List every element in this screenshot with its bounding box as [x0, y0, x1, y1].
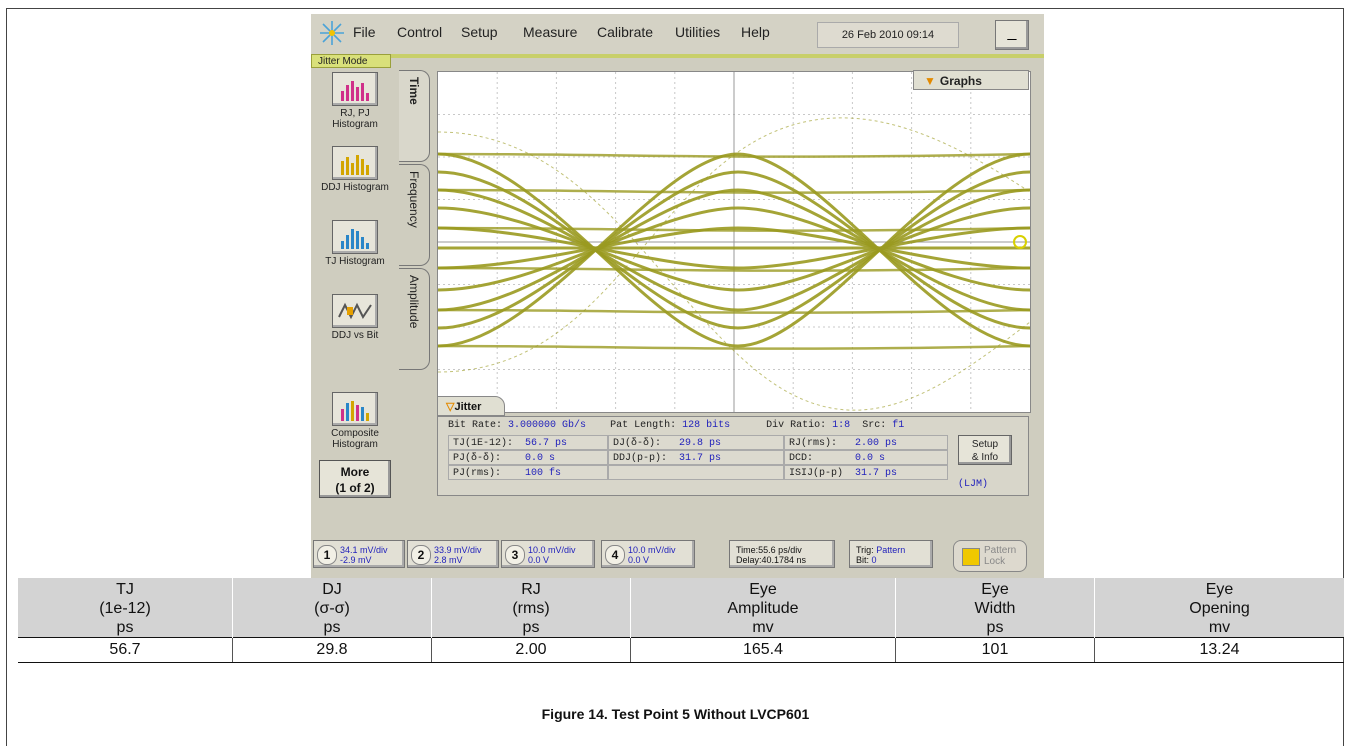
waveform-icon	[332, 294, 378, 328]
pj-rms-cell: PJ(rms): 100 fs	[448, 465, 608, 480]
pattern-lock-button[interactable]: Pattern Lock	[953, 540, 1027, 572]
rj-pj-histogram-button[interactable]: RJ, PJ Histogram	[317, 72, 393, 130]
ddj-histogram-button[interactable]: DDJ Histogram	[317, 146, 393, 193]
menu-file[interactable]: File	[353, 24, 376, 40]
menu-setup[interactable]: Setup	[461, 24, 498, 40]
header-eye-opening: Eye Opening mv	[1094, 578, 1344, 638]
tab-frequency[interactable]: Frequency	[399, 164, 430, 266]
header-eye-width: Eye Width ps	[895, 578, 1095, 638]
channel-1-button[interactable]: 1 34.1 mV/div -2.9 mV	[313, 540, 405, 568]
tab-time[interactable]: Time	[399, 70, 430, 162]
jitter-mode-label: Jitter Mode	[311, 54, 391, 68]
jitter-summary-row: Bit Rate: 3.000000 Gb/s Pat Length: 128 …	[448, 420, 905, 431]
empty-cell	[608, 465, 784, 480]
header-rj: RJ (rms) ps	[431, 578, 631, 638]
trigger-button[interactable]: Trig: Pattern Bit: 0	[849, 540, 933, 568]
value-dj: 29.8	[232, 637, 432, 663]
side-panel: RJ, PJ Histogram DDJ Histogram TJ Histog…	[311, 70, 399, 500]
channel-3-button[interactable]: 3 10.0 mV/div 0.0 V	[501, 540, 595, 568]
value-eye-opening: 13.24	[1094, 637, 1344, 663]
view-tabs: Time Frequency Amplitude	[399, 70, 431, 370]
tj-cell: TJ(1E-12): 56.7 ps	[448, 435, 608, 450]
isij-cell: ISIJ(p-p) 31.7 ps	[784, 465, 948, 480]
minimize-button[interactable]: _	[995, 20, 1029, 50]
composite-histogram-button[interactable]: Composite Histogram	[317, 392, 393, 450]
graphs-button[interactable]: ▼ Graphs	[913, 70, 1029, 90]
channel-bar: 1 34.1 mV/div -2.9 mV 2 33.9 mV/div 2.8 mV…	[311, 538, 1044, 578]
histogram-multicolor-icon	[332, 392, 378, 426]
datetime-display: 26 Feb 2010 09:14	[817, 22, 959, 48]
tj-histogram-label: TJ Histogram	[325, 256, 385, 267]
oscilloscope-screen: File Control Setup Measure Calibrate Uti…	[311, 14, 1044, 578]
eye-diagram-plot	[437, 71, 1031, 413]
menu-bar: File Control Setup Measure Calibrate Uti…	[311, 14, 1044, 58]
more-button-line2: (1 of 2)	[335, 481, 375, 495]
value-rj: 2.00	[431, 637, 631, 663]
lock-icon	[962, 548, 980, 566]
mode-bar-strip	[391, 54, 1044, 58]
histogram-pink-icon	[332, 72, 378, 106]
value-tj: 56.7	[18, 637, 233, 663]
more-button[interactable]: More (1 of 2)	[319, 460, 391, 498]
header-eye-amplitude: Eye Amplitude mv	[630, 578, 896, 638]
menu-help[interactable]: Help	[741, 24, 770, 40]
ddj-cell: DDJ(p-p): 31.7 ps	[608, 450, 784, 465]
figure-caption: Figure 14. Test Point 5 Without LVCP601	[541, 706, 810, 722]
table-row: 56.7 29.8 2.00 165.4 101 13.24	[18, 637, 1344, 663]
composite-histogram-label: Composite Histogram	[331, 428, 379, 450]
dcd-cell: DCD: 0.0 s	[784, 450, 948, 465]
menu-utilities[interactable]: Utilities	[675, 24, 720, 40]
rj-pj-histogram-label: RJ, PJ Histogram	[332, 108, 378, 130]
histogram-yellow-icon	[332, 146, 378, 180]
eye-diagram-svg	[438, 72, 1030, 412]
header-tj: TJ (1e-12) ps	[18, 578, 233, 638]
value-eye-width: 101	[895, 637, 1095, 663]
header-dj: DJ (σ-σ) ps	[232, 578, 432, 638]
channel-4-button[interactable]: 4 10.0 mV/div 0.0 V	[601, 540, 695, 568]
dropdown-triangle-icon: ▼	[924, 74, 936, 88]
results-table: TJ (1e-12) ps DJ (σ-σ) ps RJ (rms) ps Eye Ampli…	[18, 578, 1344, 663]
tj-histogram-button[interactable]: TJ Histogram	[317, 220, 393, 267]
tab-amplitude[interactable]: Amplitude	[399, 268, 430, 370]
ddj-vs-bit-button[interactable]: DDJ vs Bit	[317, 294, 393, 341]
more-button-line1: More	[340, 465, 370, 479]
pj-cell: PJ(δ-δ): 0.0 s	[448, 450, 608, 465]
rj-cell: RJ(rms): 2.00 ps	[784, 435, 948, 450]
agilent-logo-icon	[320, 21, 344, 45]
channel-2-button[interactable]: 2 33.9 mV/div 2.8 mV	[407, 540, 499, 568]
menu-calibrate[interactable]: Calibrate	[597, 24, 653, 40]
histogram-blue-icon	[332, 220, 378, 254]
ddj-vs-bit-label: DDJ vs Bit	[331, 330, 379, 341]
setup-info-button[interactable]: Setup & Info	[958, 435, 1012, 465]
menu-control[interactable]: Control	[397, 24, 442, 40]
menu-measure[interactable]: Measure	[523, 24, 577, 40]
timebase-button[interactable]: Time:55.6 ps/div Delay:40.1784 ns	[729, 540, 835, 568]
value-eye-amplitude: 165.4	[630, 637, 896, 663]
dj-cell: DJ(δ-δ): 29.8 ps	[608, 435, 784, 450]
jitter-tab[interactable]: ▽Jitter	[437, 396, 505, 416]
jitter-results-panel: Bit Rate: 3.000000 Gb/s Pat Length: 128 …	[437, 416, 1029, 496]
ddj-histogram-label: DDJ Histogram	[321, 182, 389, 193]
ljm-indicator: (LJM)	[958, 479, 989, 490]
